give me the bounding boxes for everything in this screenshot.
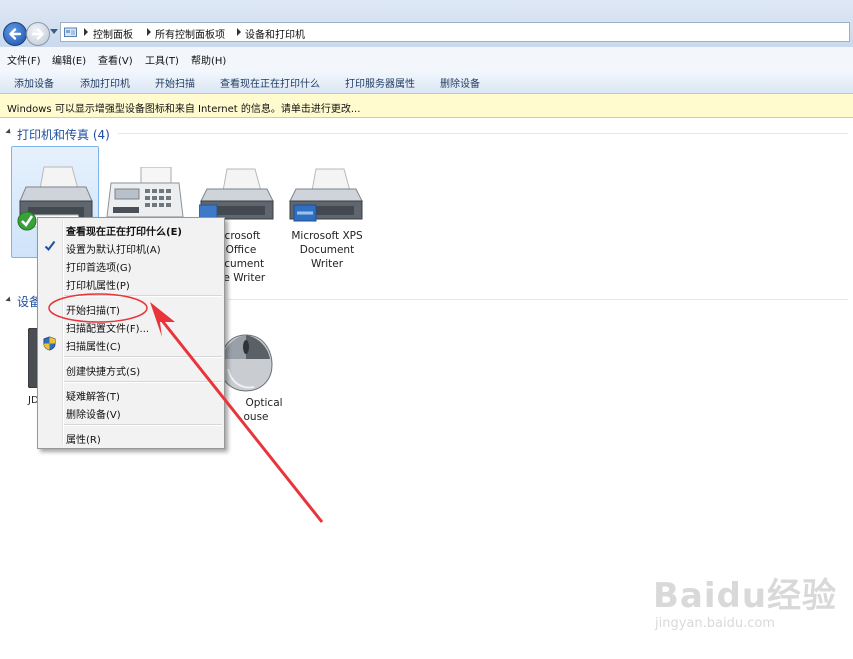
watermark-logo: Baidu经验 — [653, 576, 838, 616]
annotation-overlay — [48, 293, 324, 523]
annotation-arrow-shaft — [158, 317, 324, 523]
highlight-ellipse — [48, 293, 148, 323]
watermark-url: jingyan.baidu.com — [655, 616, 775, 631]
